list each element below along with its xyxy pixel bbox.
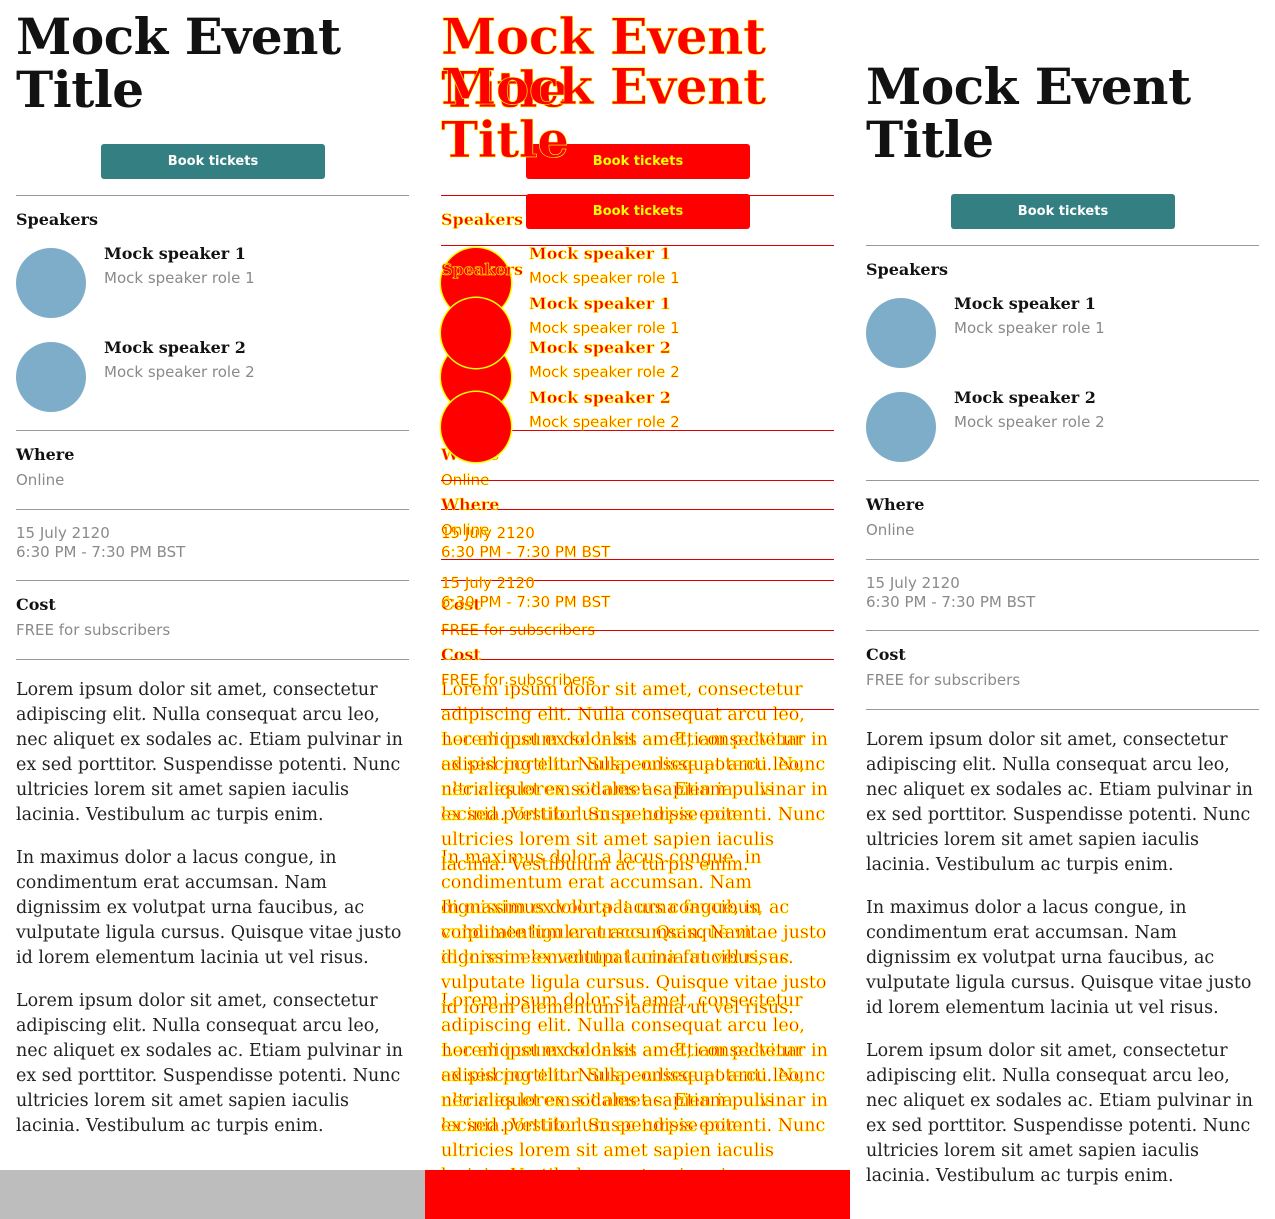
book-tickets-button[interactable]: Book tickets	[101, 144, 325, 179]
avatar	[16, 248, 86, 318]
speakers-heading: Speakers	[441, 260, 524, 280]
speaker-card: Mock speaker 2 Mock speaker role 2	[866, 386, 1259, 480]
baseline-panel: Mock Event Title Book tickets Speakers M…	[0, 0, 425, 1219]
description-paragraph: In maximus dolor a lacus congue, in cond…	[16, 848, 402, 968]
divider	[16, 179, 409, 196]
cost-value: FREE for subscribers	[16, 621, 171, 639]
divider	[441, 543, 834, 560]
event-date: 15 July 2120	[441, 574, 535, 593]
avatar	[866, 392, 936, 462]
avatar	[441, 298, 511, 368]
speaker-card: Mock speaker 1 Mock speaker role 1	[866, 292, 1259, 386]
speakers-heading: Speakers	[16, 210, 98, 229]
speaker-role: Mock speaker role 2	[954, 413, 1105, 431]
divider	[866, 543, 1259, 560]
description-paragraph: Lorem ipsum dolor sit amet, consectetur …	[441, 730, 828, 876]
cost-heading: Cost	[866, 645, 906, 664]
diff-panel: Mock Event Title Book tickets Speakers M…	[425, 0, 850, 1219]
speaker-card: Mock speaker 1 Mock speaker role 1	[441, 292, 834, 386]
speaker-name: Mock speaker 1	[954, 294, 1096, 313]
avatar	[16, 342, 86, 412]
description-paragraph: Lorem ipsum dolor sit amet, consectetur …	[16, 680, 403, 825]
book-tickets-button[interactable]: Book tickets	[526, 194, 750, 229]
where-heading: Where	[441, 495, 500, 515]
event-description: Lorem ipsum dolor sit amet, consectetur …	[866, 710, 1259, 1189]
footer-bar	[0, 1170, 425, 1219]
event-page-overlay-b: Mock Event Title Book tickets Speakers M…	[441, 60, 834, 1207]
cost-heading: Cost	[16, 595, 56, 614]
speaker-name: Mock speaker 1	[529, 294, 672, 314]
event-title: Mock Event Title	[16, 7, 341, 119]
divider	[16, 643, 409, 660]
speaker-list: Mock speaker 1 Mock speaker role 1 Mock …	[441, 280, 834, 480]
divider	[16, 493, 409, 510]
event-page: Mock Event Title Book tickets Speakers M…	[866, 60, 1259, 1207]
avatar	[441, 392, 511, 462]
divider	[16, 564, 409, 581]
event-date: 15 July 2120	[16, 524, 110, 542]
cost-heading: Cost	[441, 645, 481, 665]
description-paragraph: In maximus dolor a lacus congue, in cond…	[866, 898, 1252, 1018]
description-paragraph: Lorem ipsum dolor sit amet, consectetur …	[866, 730, 1253, 875]
speaker-name: Mock speaker 2	[954, 388, 1096, 407]
event-description: Lorem ipsum dolor sit amet, consectetur …	[441, 710, 834, 1189]
speaker-role: Mock speaker role 2	[104, 363, 255, 381]
footer-bar	[425, 1170, 850, 1219]
speaker-role: Mock speaker role 1	[529, 319, 680, 338]
speaker-name: Mock speaker 2	[104, 338, 246, 357]
cost-value: FREE for subscribers	[441, 671, 596, 690]
divider	[441, 614, 834, 631]
description-paragraph: Lorem ipsum dolor sit amet, consectetur …	[16, 991, 403, 1136]
speakers-heading: Speakers	[866, 260, 948, 279]
speaker-card: Mock speaker 2 Mock speaker role 2	[441, 386, 834, 480]
where-heading: Where	[866, 495, 925, 514]
where-heading: Where	[16, 445, 75, 464]
event-description: Lorem ipsum dolor sit amet, consectetur …	[16, 660, 409, 1139]
avatar	[866, 298, 936, 368]
event-time: 6:30 PM - 7:30 PM BST	[441, 593, 611, 612]
current-panel: Mock Event Title Book tickets Speakers M…	[850, 0, 1275, 1219]
speaker-role: Mock speaker role 2	[529, 413, 680, 432]
description-paragraph: Lorem ipsum dolor sit amet, consectetur …	[866, 1041, 1253, 1186]
description-paragraph: In maximus dolor a lacus congue, in cond…	[441, 898, 827, 1019]
description-paragraph: Lorem ipsum dolor sit amet, consectetur …	[441, 1041, 828, 1187]
speaker-role: Mock speaker role 1	[954, 319, 1105, 337]
speaker-list: Mock speaker 1 Mock speaker role 1 Mock …	[16, 230, 409, 430]
speaker-name: Mock speaker 2	[529, 388, 672, 408]
divider	[441, 693, 834, 710]
where-value: Online	[16, 471, 65, 489]
where-value: Online	[866, 521, 915, 539]
divider	[866, 614, 1259, 631]
event-date: 15 July 2120	[866, 574, 960, 592]
speaker-name: Mock speaker 1	[104, 244, 246, 263]
divider	[441, 229, 834, 246]
speaker-list: Mock speaker 1 Mock speaker role 1 Mock …	[866, 280, 1259, 480]
where-value: Online	[441, 521, 490, 540]
event-time: 6:30 PM - 7:30 PM BST	[866, 593, 1036, 611]
cost-value: FREE for subscribers	[866, 671, 1021, 689]
event-title: Mock Event Title	[441, 57, 767, 169]
divider	[866, 693, 1259, 710]
speaker-card: Mock speaker 1 Mock speaker role 1	[16, 242, 409, 336]
speaker-card: Mock speaker 2 Mock speaker role 2	[16, 336, 409, 430]
event-title: Mock Event Title	[866, 57, 1191, 169]
divider	[866, 229, 1259, 246]
event-time: 6:30 PM - 7:30 PM BST	[16, 543, 186, 561]
speaker-role: Mock speaker role 1	[104, 269, 255, 287]
event-page: Mock Event Title Book tickets Speakers M…	[16, 10, 409, 1157]
book-tickets-button[interactable]: Book tickets	[951, 194, 1175, 229]
